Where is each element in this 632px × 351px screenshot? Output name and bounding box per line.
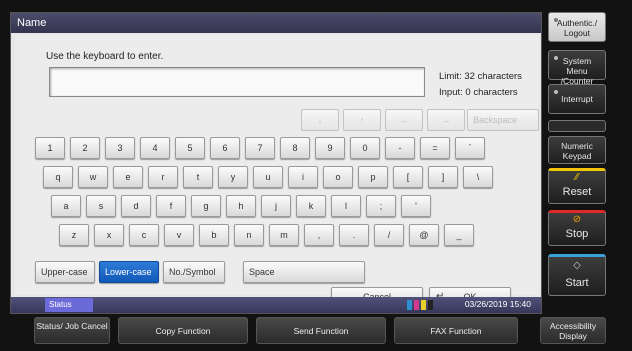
key-1-8[interactable]: 8 <box>280 137 310 159</box>
key-2-11[interactable]: [ <box>393 166 423 188</box>
arrow-right-key[interactable]: → <box>427 109 465 131</box>
key-2-1[interactable]: q <box>43 166 73 188</box>
start-icon: ◇ <box>573 260 581 271</box>
key-2-9[interactable]: o <box>323 166 353 188</box>
key-4-11[interactable]: @ <box>409 224 439 246</box>
upper-case-key[interactable]: Upper-case <box>35 261 95 283</box>
key-3-6[interactable]: h <box>226 195 256 217</box>
status-bar: Status 03/26/2019 15:40 <box>11 297 541 313</box>
key-1-7[interactable]: 7 <box>245 137 275 159</box>
key-4-10[interactable]: / <box>374 224 404 246</box>
arrow-up-key[interactable]: ↑ <box>343 109 381 131</box>
key-1-11[interactable]: - <box>385 137 415 159</box>
key-1-1[interactable]: 1 <box>35 137 65 159</box>
space-key[interactable]: Space <box>243 261 365 283</box>
number-symbol-key[interactable]: No./Symbol <box>163 261 225 283</box>
touch-screen: Name Use the keyboard to enter. Limit: 3… <box>10 12 542 314</box>
name-input-field[interactable] <box>49 67 425 97</box>
stop-icon: ⊘ <box>572 214 582 225</box>
key-1-12[interactable]: = <box>420 137 450 159</box>
key-3-2[interactable]: s <box>86 195 116 217</box>
key-4-7[interactable]: m <box>269 224 299 246</box>
key-3-1[interactable]: a <box>51 195 81 217</box>
lower-case-key[interactable]: Lower-case <box>99 261 159 283</box>
key-1-3[interactable]: 3 <box>105 137 135 159</box>
input-count-text: Input: 0 characters <box>439 87 518 98</box>
key-3-9[interactable]: l <box>331 195 361 217</box>
reset-icon: ⁄⁄ <box>575 172 579 183</box>
key-1-5[interactable]: 5 <box>175 137 205 159</box>
key-2-5[interactable]: t <box>183 166 213 188</box>
key-4-12[interactable]: _ <box>444 224 474 246</box>
fax-function-button[interactable]: FAX Function <box>394 317 518 344</box>
key-1-6[interactable]: 6 <box>210 137 240 159</box>
key-3-11[interactable]: ' <box>401 195 431 217</box>
system-menu-counter-button[interactable]: System Menu /Counter <box>548 50 606 86</box>
device-panel: Name Use the keyboard to enter. Limit: 3… <box>0 0 632 351</box>
toner-level-icon <box>407 300 433 310</box>
copy-function-button[interactable]: Copy Function <box>118 317 248 344</box>
reset-button[interactable]: ⁄⁄ Reset <box>548 168 606 204</box>
key-4-6[interactable]: n <box>234 224 264 246</box>
instruction-text: Use the keyboard to enter. <box>46 51 164 62</box>
status-job-cancel-button[interactable]: Status/ Job Cancel <box>34 317 110 344</box>
accessibility-display-button[interactable]: Accessibility Display <box>540 317 606 344</box>
key-3-8[interactable]: k <box>296 195 326 217</box>
key-2-4[interactable]: r <box>148 166 178 188</box>
send-function-button[interactable]: Send Function <box>256 317 386 344</box>
key-1-13[interactable]: ` <box>455 137 485 159</box>
key-3-10[interactable]: ; <box>366 195 396 217</box>
interrupt-button[interactable]: Interrupt <box>548 84 606 114</box>
key-2-10[interactable]: p <box>358 166 388 188</box>
limit-text: Limit: 32 characters <box>439 71 522 82</box>
key-4-4[interactable]: v <box>164 224 194 246</box>
arrow-left-key[interactable]: ← <box>385 109 423 131</box>
key-2-12[interactable]: ] <box>428 166 458 188</box>
date-time: 03/26/2019 15:40 <box>464 299 531 309</box>
key-3-3[interactable]: d <box>121 195 151 217</box>
key-3-5[interactable]: g <box>191 195 221 217</box>
key-2-7[interactable]: u <box>253 166 283 188</box>
key-2-2[interactable]: w <box>78 166 108 188</box>
screen-title: Name <box>11 13 541 33</box>
key-1-10[interactable]: 0 <box>350 137 380 159</box>
backspace-key[interactable]: Backspace <box>467 109 539 131</box>
panel-slot <box>548 120 606 132</box>
key-1-2[interactable]: 2 <box>70 137 100 159</box>
key-2-8[interactable]: i <box>288 166 318 188</box>
key-4-3[interactable]: c <box>129 224 159 246</box>
key-1-9[interactable]: 9 <box>315 137 345 159</box>
key-4-9[interactable]: . <box>339 224 369 246</box>
authentication-logout-button[interactable]: Authentic./ Logout <box>548 12 606 42</box>
key-2-13[interactable]: \ <box>463 166 493 188</box>
keyboard-dialog: Use the keyboard to enter. Limit: 32 cha… <box>15 35 539 307</box>
key-1-4[interactable]: 4 <box>140 137 170 159</box>
key-3-7[interactable]: j <box>261 195 291 217</box>
numeric-keypad-button[interactable]: Numeric Keypad <box>548 136 606 164</box>
key-4-2[interactable]: x <box>94 224 124 246</box>
key-3-4[interactable]: f <box>156 195 186 217</box>
key-2-6[interactable]: y <box>218 166 248 188</box>
status-label[interactable]: Status <box>45 298 93 312</box>
key-2-3[interactable]: e <box>113 166 143 188</box>
stop-button[interactable]: ⊘ Stop <box>548 210 606 246</box>
arrow-down-key[interactable]: ↓ <box>301 109 339 131</box>
key-4-8[interactable]: , <box>304 224 334 246</box>
key-4-1[interactable]: z <box>59 224 89 246</box>
start-button[interactable]: ◇ Start <box>548 254 606 296</box>
key-4-5[interactable]: b <box>199 224 229 246</box>
